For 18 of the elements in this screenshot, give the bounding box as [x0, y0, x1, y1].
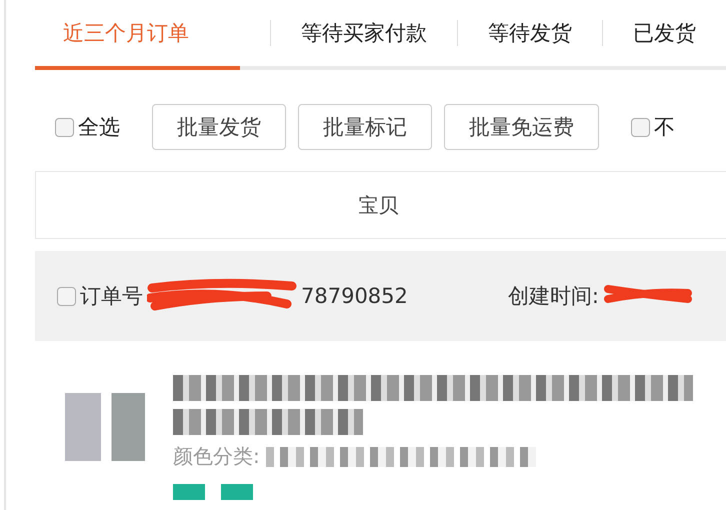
column-header: 宝贝 [358, 192, 400, 218]
batch-button[interactable]: 批量标记 [298, 104, 432, 150]
tab[interactable]: 已发货 [633, 0, 696, 66]
tab[interactable]: 等待发货 [488, 0, 572, 66]
checkbox[interactable] [631, 118, 650, 136]
checkbox[interactable] [57, 286, 76, 306]
tab[interactable]: 等待买家付款 [301, 0, 427, 66]
checkbox[interactable] [55, 118, 74, 136]
color-label: 颜色分类: [173, 443, 260, 470]
select-all-label: 全选 [78, 114, 120, 141]
order-number: 78790852 [301, 284, 408, 308]
tag-icon [173, 484, 205, 500]
created-time-label: 创建时间: [508, 283, 599, 310]
order-number-label: 订单号 [80, 283, 143, 310]
tag-icon [221, 484, 253, 500]
checkbox-label: 不 [654, 114, 675, 141]
batch-button[interactable]: 批量发货 [152, 104, 286, 150]
batch-button[interactable]: 批量免运费 [444, 104, 599, 150]
